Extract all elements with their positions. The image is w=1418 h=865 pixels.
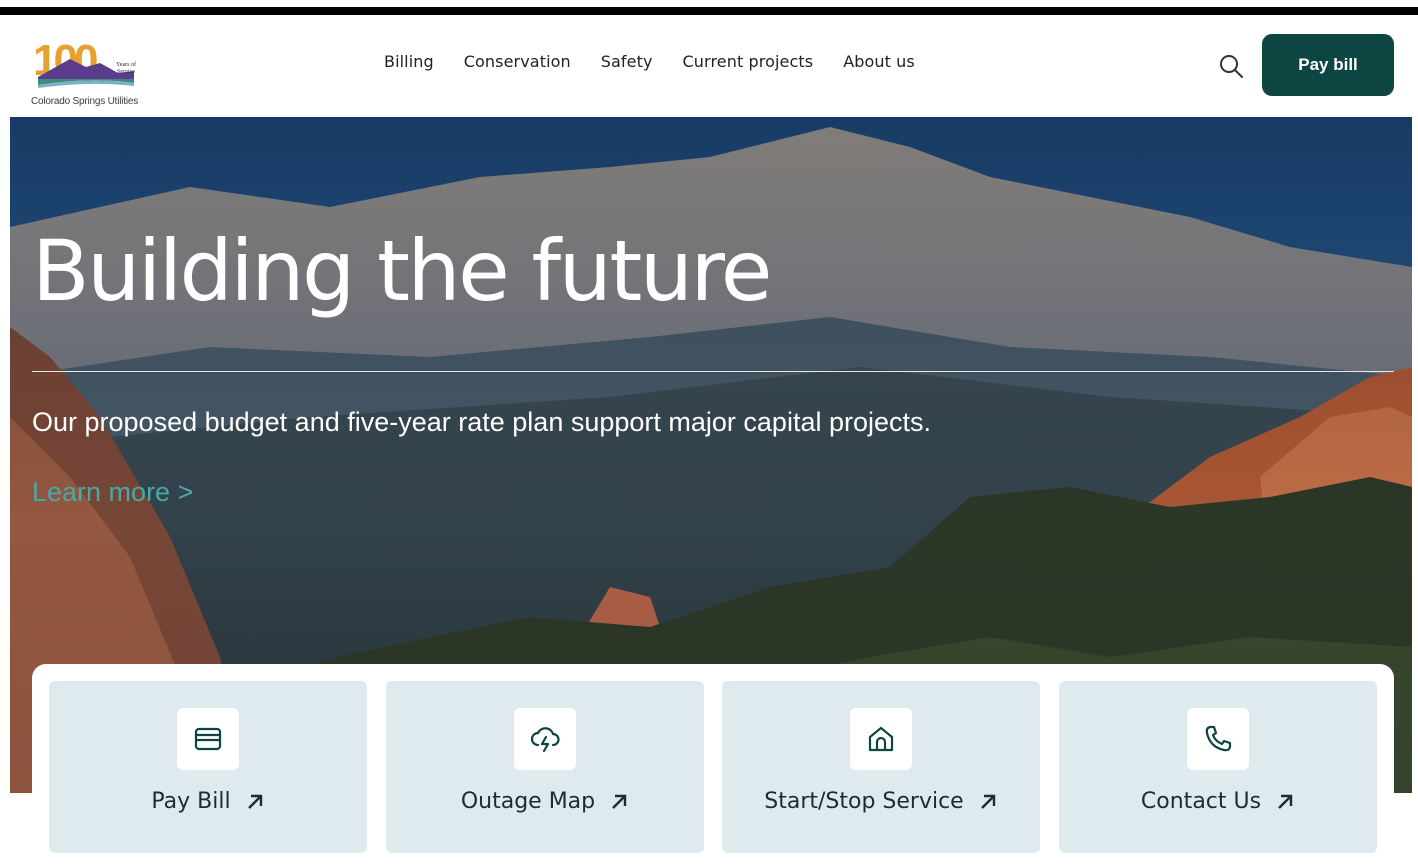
home-icon — [868, 726, 894, 752]
wallet-icon — [194, 727, 222, 751]
arrow-up-right-icon — [247, 794, 262, 809]
quick-link-label: Contact Us — [1140, 789, 1262, 814]
quick-icon-box — [1187, 708, 1249, 770]
quick-link-label: Start/Stop Service — [764, 789, 964, 814]
top-border-bar — [0, 7, 1418, 15]
arrow-up-right-icon — [980, 794, 995, 809]
arrow-up-right-icon — [1278, 794, 1293, 809]
cloud-lightning-icon — [530, 727, 560, 753]
nav-item-billing[interactable]: Billing — [384, 52, 434, 71]
quick-links-panel: Pay Bill Outage Map Start/Stop Service C… — [32, 664, 1394, 865]
arrow-up-right-icon — [612, 794, 627, 809]
quick-link-outage-map[interactable]: Outage Map — [386, 681, 704, 853]
quick-link-contact-us[interactable]: Contact Us — [1059, 681, 1377, 853]
quick-link-label: Pay Bill — [151, 789, 231, 814]
logo-years-text: Years of Service — [116, 62, 136, 75]
quick-link-start-stop-service[interactable]: Start/Stop Service — [722, 681, 1040, 853]
hero-divider — [32, 371, 1394, 372]
quick-icon-box — [177, 708, 239, 770]
nav-item-conservation[interactable]: Conservation — [464, 52, 571, 71]
main-nav: Billing Conservation Safety Current proj… — [384, 52, 945, 71]
nav-item-safety[interactable]: Safety — [601, 52, 653, 71]
quick-link-pay-bill[interactable]: Pay Bill — [49, 681, 367, 853]
quick-icon-box — [850, 708, 912, 770]
pay-bill-button[interactable]: Pay bill — [1262, 34, 1394, 96]
nav-item-about-us[interactable]: About us — [843, 52, 915, 71]
hero-title: Building the future — [32, 222, 772, 320]
phone-icon — [1205, 725, 1232, 752]
search-icon[interactable] — [1218, 53, 1244, 79]
quick-link-label: Outage Map — [460, 789, 596, 814]
site-logo[interactable]: 100 Years of Service Colorado Springs Ut… — [30, 33, 170, 107]
site-header: 100 Years of Service Colorado Springs Ut… — [10, 15, 1412, 117]
quick-icon-box — [514, 708, 576, 770]
learn-more-link[interactable]: Learn more > — [32, 477, 193, 508]
nav-item-current-projects[interactable]: Current projects — [683, 52, 814, 71]
hero-subtitle: Our proposed budget and five-year rate p… — [32, 407, 932, 437]
logo-caption: Colorado Springs Utilities — [31, 96, 139, 107]
